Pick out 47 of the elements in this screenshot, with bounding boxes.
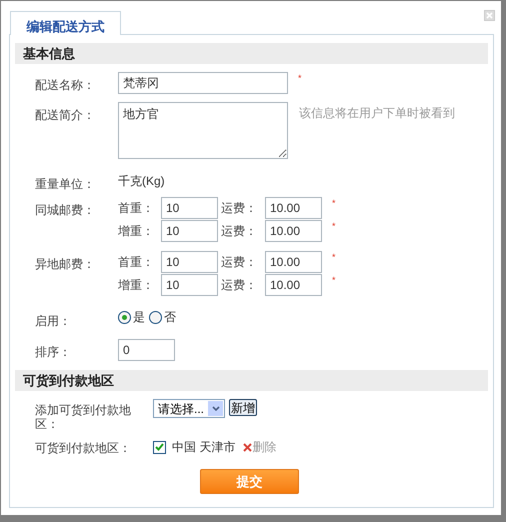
delete-icon <box>243 442 252 452</box>
text-area[interactable]: 地方官 <box>118 102 288 159</box>
required-mark: * <box>332 251 336 264</box>
input-field[interactable]: 10.00 <box>265 251 322 273</box>
field-label: 增重： <box>118 223 155 240</box>
input-field[interactable]: 10.00 <box>265 197 322 219</box>
checkbox[interactable] <box>153 440 166 454</box>
input-field[interactable]: 10 <box>161 251 218 273</box>
hint-text: 该信息将在用户下单时被看到 <box>299 105 455 122</box>
radio-button[interactable] <box>149 310 162 324</box>
input-field[interactable]: 10.00 <box>265 220 322 242</box>
option-label: 是 <box>133 309 145 326</box>
input-field[interactable]: 10 <box>161 274 218 296</box>
input-field[interactable]: 0 <box>118 339 175 361</box>
field-label: 首重： <box>118 254 155 271</box>
add-button[interactable]: 新增 <box>229 399 257 416</box>
radio-button[interactable] <box>118 310 131 324</box>
tab[interactable]: 编辑配送方式 <box>10 11 121 35</box>
field-label: 重量单位： <box>34 176 96 193</box>
input-field[interactable]: 10 <box>161 197 218 219</box>
required-mark: * <box>332 197 336 210</box>
required-mark: * <box>298 72 302 85</box>
select-dropdown[interactable]: 请选择... <box>153 399 225 418</box>
input-field[interactable]: 10 <box>161 220 218 242</box>
section-header: 基本信息 <box>15 43 488 64</box>
field-label: 同城邮费： <box>34 202 96 219</box>
field-label: 运费： <box>220 277 258 294</box>
input-field[interactable]: 梵蒂冈 <box>118 72 288 94</box>
field-label: 增重： <box>118 277 155 294</box>
field-label: 首重： <box>118 200 155 217</box>
required-mark: * <box>332 220 336 233</box>
field-label: 运费： <box>220 200 258 217</box>
unit-value: 千克(Kg) <box>118 173 165 190</box>
field-label: 可货到付款地区： <box>34 440 132 457</box>
input-field[interactable]: 10.00 <box>265 274 322 296</box>
area-label: 中国 天津市 <box>172 439 236 456</box>
field-label: 运费： <box>220 254 258 271</box>
field-label: 配送简介： <box>34 107 96 124</box>
field-label: 运费： <box>220 223 258 240</box>
field-label: 启用： <box>34 313 72 330</box>
field-label: 添加可货到付款地区： <box>34 402 132 431</box>
field-label: 异地邮费： <box>34 256 96 273</box>
section-header: 可货到付款地区 <box>15 370 488 391</box>
option-label: 否 <box>164 309 176 326</box>
field-label: 排序： <box>34 344 72 361</box>
field-label: 配送名称： <box>34 77 96 94</box>
required-mark: * <box>332 274 336 287</box>
